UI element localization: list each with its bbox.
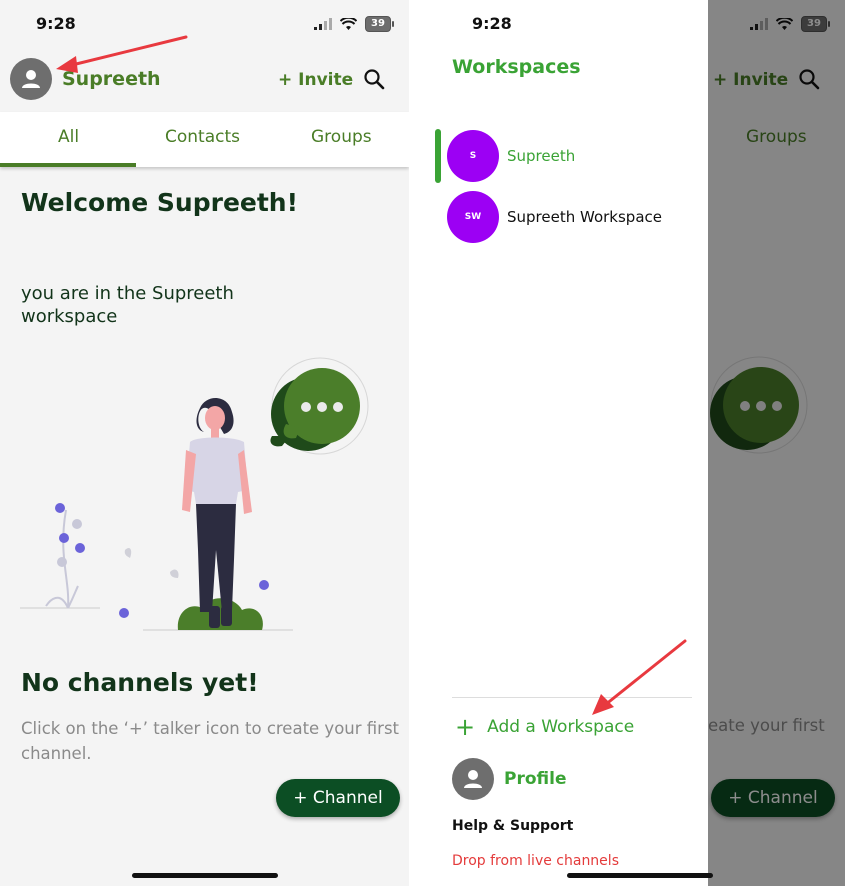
empty-state-illustration xyxy=(20,357,369,631)
person-icon xyxy=(22,70,40,88)
main-screen: 9:28 39 Supreeth + Invite All Contacts G… xyxy=(0,0,409,886)
drawer-title: Workspaces xyxy=(452,56,581,78)
drawer-screen: 9:28 39 + Invite Groups eate your first … xyxy=(409,0,845,886)
active-workspace-indicator xyxy=(435,129,441,183)
workspace-label: Supreeth xyxy=(507,147,576,165)
profile-button[interactable]: Profile xyxy=(452,758,566,800)
active-tab-indicator xyxy=(0,163,136,167)
search-icon[interactable] xyxy=(363,68,385,90)
status-bar: 9:28 39 xyxy=(0,0,409,50)
workspace-avatar: S xyxy=(447,130,499,182)
status-time-overlay: 9:28 xyxy=(472,14,512,33)
signal-icon xyxy=(314,18,332,30)
help-support-link[interactable]: Help & Support xyxy=(452,818,573,834)
workspace-drawer: 9:28 Workspaces S Supreeth SW Supreeth W… xyxy=(409,0,708,886)
empty-state-hint: Click on the ‘+’ talker icon to create y… xyxy=(21,719,400,763)
add-workspace-button[interactable]: + Add a Workspace xyxy=(455,713,635,741)
home-indicator xyxy=(132,873,278,878)
plus-icon: + xyxy=(455,713,476,741)
workspace-item-supreeth-workspace[interactable]: SW Supreeth Workspace xyxy=(447,191,662,243)
workspace-item-supreeth[interactable]: S Supreeth xyxy=(447,130,575,182)
workspace-info-text: you are in the Supreeth workspace xyxy=(21,283,234,327)
add-channel-button[interactable]: + Channel xyxy=(276,779,400,817)
person-icon xyxy=(464,770,482,788)
battery-icon: 39 xyxy=(365,16,394,32)
workspace-label: Supreeth Workspace xyxy=(507,208,662,226)
status-icons: 39 xyxy=(314,16,394,32)
profile-label: Profile xyxy=(504,769,567,789)
home-indicator xyxy=(567,873,713,878)
drop-live-channels-link[interactable]: Drop from live channels xyxy=(452,853,619,869)
tab-contacts[interactable]: Contacts xyxy=(165,127,240,147)
invite-button[interactable]: + Invite xyxy=(278,70,353,90)
welcome-heading: Welcome Supreeth! xyxy=(21,188,299,217)
empty-state-title: No channels yet! xyxy=(21,668,259,697)
add-workspace-label: Add a Workspace xyxy=(487,717,635,737)
tab-bar: All Contacts Groups xyxy=(0,112,409,167)
workspace-title[interactable]: Supreeth xyxy=(62,68,161,90)
tab-groups[interactable]: Groups xyxy=(311,127,372,147)
wifi-icon xyxy=(340,17,357,30)
profile-avatar-button[interactable] xyxy=(10,58,52,100)
workspace-avatar: SW xyxy=(447,191,499,243)
tab-all[interactable]: All xyxy=(58,127,79,147)
app-header: Supreeth + Invite xyxy=(0,55,409,105)
status-time: 9:28 xyxy=(36,14,76,33)
drawer-divider xyxy=(452,697,692,698)
profile-avatar xyxy=(452,758,494,800)
